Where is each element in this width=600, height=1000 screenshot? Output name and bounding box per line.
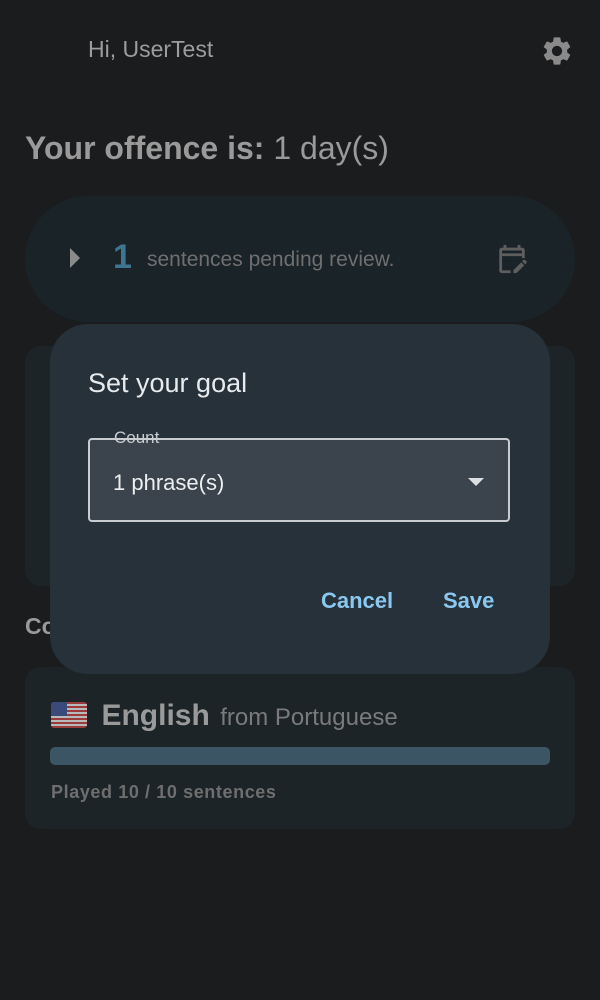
dropdown-arrow-icon[interactable] [468,478,484,486]
cancel-button[interactable]: Cancel [313,584,401,618]
count-select[interactable]: Count 1 phrase(s) [88,428,510,522]
count-label: Count [114,428,160,447]
save-button[interactable]: Save [435,584,502,618]
count-value: 1 phrase(s) [113,470,225,495]
dialog-title: Set your goal [88,368,248,398]
app-screen: Hi, UserTest Your offence is: 1 day(s) 1… [0,0,600,1000]
set-goal-dialog: Set your goal Count 1 phrase(s) Cancel S… [50,324,550,674]
